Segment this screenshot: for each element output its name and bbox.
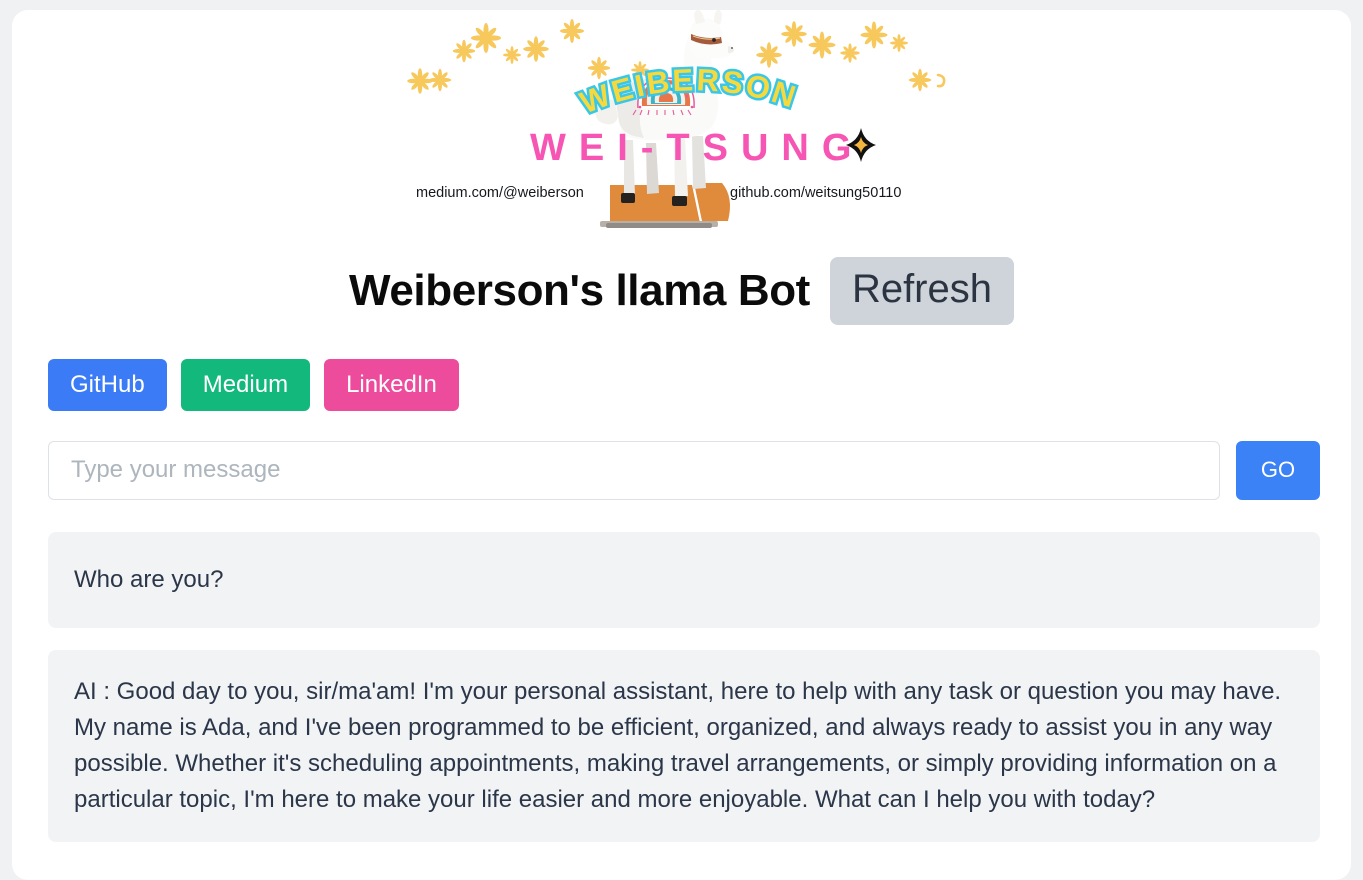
chat-log: Who are you? AI : Good day to you, sir/m… bbox=[12, 531, 1351, 842]
chat-message-assistant: AI : Good day to you, sir/ma'am! I'm you… bbox=[48, 649, 1320, 842]
linkedin-button[interactable]: LinkedIn bbox=[324, 359, 459, 411]
llama-banner-illustration: WEIBERSON WEIBERSON WEI-TSUNG medium.com… bbox=[406, 10, 945, 228]
page-title: Weiberson's llama Bot bbox=[349, 266, 810, 315]
message-composer: GO bbox=[12, 440, 1351, 500]
llama-figure bbox=[595, 10, 734, 228]
chat-message-user: Who are you? bbox=[48, 531, 1320, 628]
banner: WEIBERSON WEIBERSON WEI-TSUNG medium.com… bbox=[12, 10, 1351, 242]
refresh-button[interactable]: Refresh bbox=[829, 257, 1014, 325]
social-link-row: GitHub Medium LinkedIn bbox=[12, 359, 1351, 411]
message-input[interactable] bbox=[48, 440, 1220, 500]
svg-text:WEI-TSUNG: WEI-TSUNG bbox=[530, 127, 864, 169]
send-button[interactable]: GO bbox=[1236, 440, 1320, 500]
banner-link-medium: medium.com/@weiberson bbox=[416, 185, 584, 201]
banner-link-github: github.com/weitsung50110 bbox=[730, 185, 901, 201]
app-card: WEIBERSON WEIBERSON WEI-TSUNG medium.com… bbox=[12, 10, 1351, 880]
brand-bottom-text: WEI-TSUNG bbox=[530, 127, 864, 169]
title-row: Weiberson's llama Bot Refresh bbox=[12, 256, 1351, 326]
medium-button[interactable]: Medium bbox=[180, 359, 311, 411]
github-button[interactable]: GitHub bbox=[48, 359, 167, 411]
